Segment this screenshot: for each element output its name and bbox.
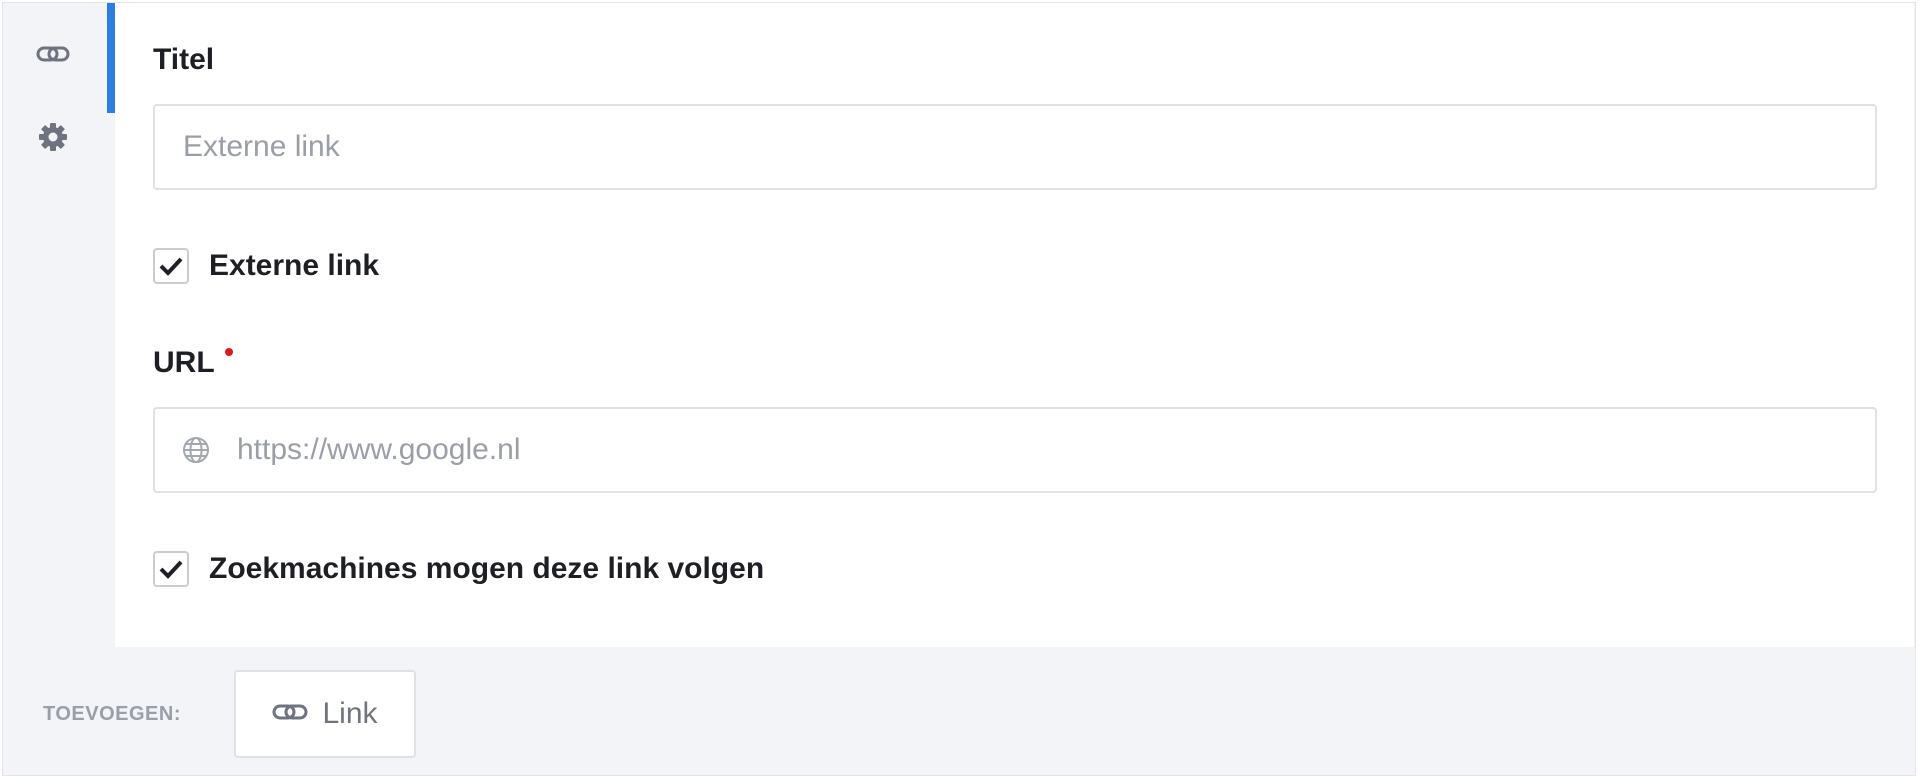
follow-link-label: Zoekmachines mogen deze link volgen (209, 552, 765, 585)
globe-icon (181, 435, 211, 465)
url-label: URL (153, 346, 233, 380)
title-label: Titel (153, 43, 215, 76)
tab-settings[interactable] (3, 115, 115, 225)
url-field-box (153, 407, 1877, 493)
add-link-button-label: Link (322, 697, 378, 730)
checkmark-icon (159, 257, 183, 276)
add-bar-label: TOEVOEGEN: (43, 703, 181, 725)
url-input[interactable] (211, 409, 1875, 491)
checkmark-icon (159, 560, 183, 579)
link-icon (36, 45, 70, 68)
side-tabs (3, 3, 115, 647)
add-link-button[interactable]: Link (234, 670, 416, 758)
follow-link-checkbox[interactable] (153, 551, 189, 587)
external-link-checkbox[interactable] (153, 248, 189, 284)
required-indicator (224, 348, 233, 356)
external-link-label: Externe link (209, 249, 380, 282)
tab-link[interactable] (3, 3, 115, 113)
link-form-panel: Titel Externe link URL (115, 3, 1914, 647)
gear-icon (38, 122, 68, 157)
title-field-box (153, 104, 1877, 190)
follow-link-checkbox-row[interactable]: Zoekmachines mogen deze link volgen (153, 551, 764, 587)
link-editor-frame: Titel Externe link URL (2, 2, 1916, 776)
external-link-checkbox-row[interactable]: Externe link (153, 248, 379, 284)
url-label-text: URL (153, 346, 215, 379)
link-icon (272, 703, 308, 726)
title-input[interactable] (155, 106, 1875, 188)
